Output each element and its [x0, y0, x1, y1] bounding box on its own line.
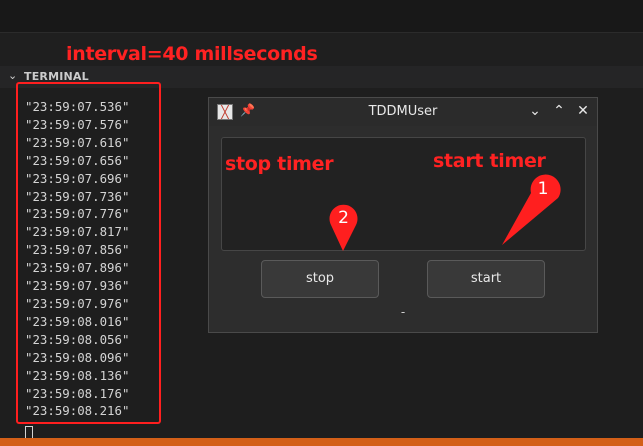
chevron-down-icon[interactable]: ⌄ [8, 69, 17, 82]
status-bar [0, 438, 643, 446]
start-timer-annotation: start timer [433, 150, 546, 172]
highlight-box-annotation [16, 82, 161, 424]
stop-timer-annotation: stop timer [225, 153, 334, 175]
interval-annotation: interval=40 millseconds [66, 43, 318, 65]
maximize-icon[interactable]: ⌃ [548, 100, 570, 122]
minimize-icon[interactable]: ⌄ [524, 100, 546, 122]
divider [0, 32, 643, 33]
editor-top-area [0, 0, 643, 32]
stop-button[interactable]: stop [261, 260, 379, 298]
app-window[interactable]: ╳ 📌 TDDMUser ⌄ ⌃ ✕ stop start - [208, 97, 598, 333]
window-titlebar[interactable]: ╳ 📌 TDDMUser ⌄ ⌃ ✕ [209, 98, 597, 126]
status-label: - [400, 305, 406, 319]
close-icon[interactable]: ✕ [572, 100, 594, 122]
start-button[interactable]: start [427, 260, 545, 298]
